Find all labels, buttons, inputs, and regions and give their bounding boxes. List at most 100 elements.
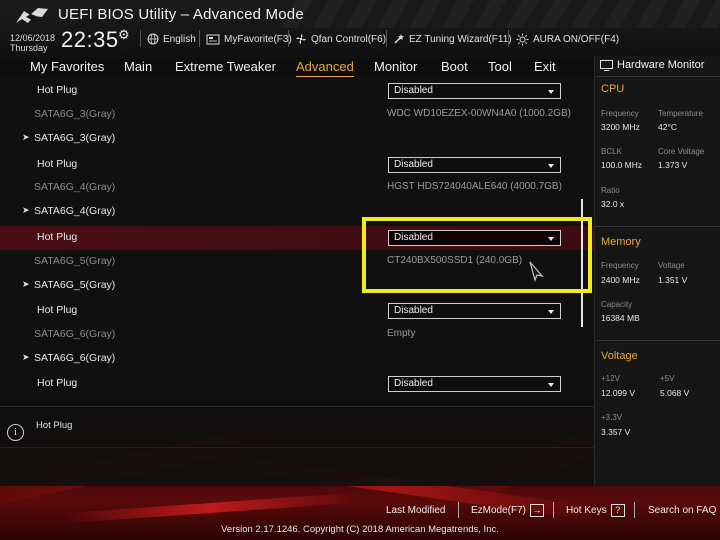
hot-plug-dropdown[interactable]: Disabled: [388, 157, 561, 173]
aura-toggle-label: AURA ON/OFF(F4): [533, 33, 620, 45]
hot-plug-dropdown[interactable]: Disabled: [388, 303, 561, 319]
tab-advanced[interactable]: Advanced: [296, 59, 354, 77]
header-separator: [288, 30, 289, 47]
fan-icon: [296, 34, 306, 44]
last-modified-button[interactable]: Last Modified: [386, 503, 445, 517]
highlight-annotation-box: [362, 217, 592, 293]
info-icon: i: [7, 424, 24, 441]
caret-down-icon: [548, 310, 554, 314]
core-voltage-label: Core Voltage: [658, 147, 705, 156]
hot-plug-dropdown[interactable]: Disabled: [388, 83, 561, 99]
setting-row-hot-plug[interactable]: Hot Plug Disabled: [0, 79, 594, 103]
voltage-section-title: Voltage: [601, 350, 638, 362]
tab-boot[interactable]: Boot: [441, 59, 468, 74]
setting-row-hot-plug[interactable]: Hot Plug Disabled: [0, 372, 594, 396]
device-info-row: SATA6G_4(Gray) HGST HDS724040ALE640 (400…: [0, 176, 594, 200]
ezmode-label: EzMode(F7): [471, 504, 527, 516]
memory-capacity-value: 16384 MB: [601, 313, 640, 323]
dropdown-value: Disabled: [394, 378, 433, 389]
memory-frequency-label: Frequency: [601, 261, 639, 270]
help-text: Hot Plug: [36, 420, 73, 431]
v5-value: 5.068 V: [660, 388, 690, 398]
port-label: SATA6G_3(Gray): [34, 108, 116, 120]
myfavorite-label: MyFavorite(F3): [224, 33, 292, 45]
port-label: SATA6G_6(Gray): [34, 328, 116, 340]
setting-row-hot-plug[interactable]: Hot Plug Disabled: [0, 299, 594, 323]
clock[interactable]: 22:35: [61, 27, 119, 53]
dropdown-value: Disabled: [394, 305, 433, 316]
port-submenu-row[interactable]: ➤ SATA6G_6(Gray): [0, 347, 594, 371]
date-display: 12/06/2018 Thursday: [10, 33, 55, 53]
hardware-monitor-title: Hardware Monitor: [600, 59, 704, 71]
v12-value: 12.099 V: [601, 388, 636, 398]
qfan-control-button[interactable]: Qfan Control(F6): [295, 31, 386, 47]
panel-divider: [595, 226, 720, 227]
cpu-temperature-value: 42°C: [658, 122, 677, 132]
port-label: SATA6G_5(Gray): [34, 255, 116, 267]
search-faq-label: Search on FAQ: [648, 504, 717, 516]
dropdown-value: Disabled: [394, 85, 433, 96]
memory-voltage-value: 1.351 V: [658, 275, 688, 285]
hardware-monitor-label: Hardware Monitor: [617, 59, 705, 71]
clock-settings-gear-icon[interactable]: ⚙: [118, 27, 130, 43]
tab-exit[interactable]: Exit: [534, 59, 556, 74]
cpu-section-title: CPU: [601, 83, 625, 95]
device-name: Empty: [387, 328, 416, 339]
tab-extreme-tweaker[interactable]: Extreme Tweaker: [175, 59, 276, 74]
hardware-monitor-panel: Hardware Monitor CPU Frequency Temperatu…: [594, 56, 720, 486]
main-tab-bar: My Favorites Main Extreme Tweaker Advanc…: [0, 58, 594, 78]
port-submenu-row[interactable]: ➤ SATA6G_3(Gray): [0, 127, 594, 151]
submenu-label: SATA6G_4(Gray): [34, 205, 116, 217]
device-info-row: SATA6G_6(Gray) Empty: [0, 323, 594, 347]
memory-voltage-label: Voltage: [658, 261, 685, 270]
ratio-label: Ratio: [601, 186, 620, 195]
footer-separator: [553, 502, 554, 518]
setting-label: Hot Plug: [37, 231, 78, 243]
ez-tuning-wizard-label: EZ Tuning Wizard(F11): [409, 33, 512, 45]
ez-tuning-wizard-button[interactable]: EZ Tuning Wizard(F11): [393, 31, 512, 47]
favorite-icon: [206, 34, 220, 44]
tab-my-favorites[interactable]: My Favorites: [30, 59, 104, 74]
hot-plug-dropdown[interactable]: Disabled: [388, 376, 561, 392]
caret-down-icon: [548, 90, 554, 94]
panel-divider: [595, 76, 720, 77]
chevron-right-icon: ➤: [22, 132, 30, 142]
myfavorite-button[interactable]: MyFavorite(F3): [206, 31, 292, 47]
help-panel: i Hot Plug: [0, 406, 594, 486]
caret-down-icon: [548, 383, 554, 387]
exit-arrow-icon: →: [530, 503, 545, 517]
day-text: Thursday: [10, 43, 48, 53]
header-separator: [140, 30, 141, 47]
setting-row-hot-plug[interactable]: Hot Plug Disabled: [0, 153, 594, 177]
cpu-frequency-label: Frequency: [601, 109, 639, 118]
device-name: WDC WD10EZEX-00WN4A0 (1000.2GB): [387, 108, 571, 119]
setting-label: Hot Plug: [37, 304, 78, 316]
bclk-label: BCLK: [601, 147, 622, 156]
tab-monitor[interactable]: Monitor: [374, 59, 417, 74]
memory-frequency-value: 2400 MHz: [601, 275, 640, 285]
device-info-row: SATA6G_3(Gray) WDC WD10EZEX-00WN4A0 (100…: [0, 103, 594, 127]
search-faq-button[interactable]: Search on FAQ: [648, 503, 716, 517]
cpu-frequency-value: 3200 MHz: [601, 122, 640, 132]
v33-value: 3.357 V: [601, 427, 631, 437]
tab-main[interactable]: Main: [124, 59, 152, 74]
memory-capacity-label: Capacity: [601, 300, 633, 309]
tab-tool[interactable]: Tool: [488, 59, 512, 74]
core-voltage-value: 1.373 V: [658, 160, 688, 170]
device-name: HGST HDS724040ALE640 (4000.7GB): [387, 181, 562, 192]
setting-label: Hot Plug: [37, 84, 78, 96]
submenu-label: SATA6G_5(Gray): [34, 279, 116, 291]
version-text: Version 2.17.1246. Copyright (C) 2018 Am…: [221, 524, 499, 535]
language-button[interactable]: English: [147, 31, 196, 47]
header-separator: [508, 30, 509, 47]
mouse-cursor-icon: [529, 261, 544, 282]
app-title: UEFI BIOS Utility – Advanced Mode: [58, 6, 304, 23]
bclk-value: 100.0 MHz: [601, 160, 643, 170]
aura-toggle-button[interactable]: AURA ON/OFF(F4): [516, 31, 619, 47]
ezmode-button[interactable]: EzMode(F7) →: [471, 503, 545, 517]
caret-down-icon: [548, 164, 554, 168]
v5-label: +5V: [660, 374, 675, 383]
hot-keys-button[interactable]: Hot Keys?: [566, 503, 625, 517]
chevron-right-icon: ➤: [22, 205, 30, 215]
question-icon: ?: [610, 503, 625, 517]
